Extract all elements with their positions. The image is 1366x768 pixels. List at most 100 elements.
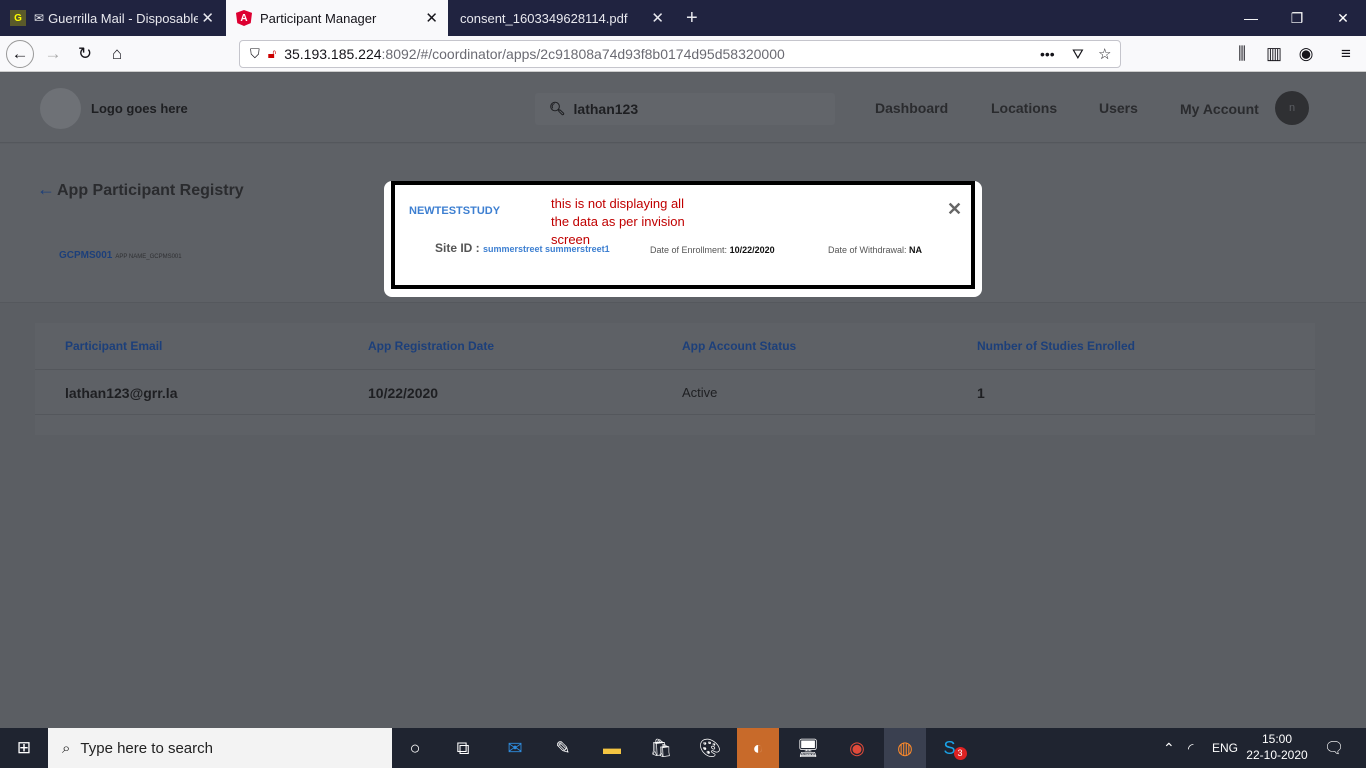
close-tab-icon[interactable]: ✕ xyxy=(425,9,438,27)
task-view-icon[interactable]: ⧉ xyxy=(442,732,484,764)
wifi-icon[interactable]: ◜ xyxy=(1188,728,1193,768)
taskbar-search-input[interactable]: ⌕ Type here to search xyxy=(48,728,392,768)
close-icon[interactable]: ✕ xyxy=(947,199,962,220)
url-bar[interactable]: ⛉ 🔓︎ 35.193.185.224:8092/#/coordinator/a… xyxy=(239,40,1121,68)
notifications-icon[interactable]: 🗨︎ xyxy=(1324,728,1344,768)
library-icon[interactable]: ⫼ xyxy=(1228,40,1256,68)
tab-consent-pdf[interactable]: consent_1603349628114.pdf ✕ xyxy=(450,0,674,36)
tab-label: Participant Manager xyxy=(260,10,377,26)
paint-icon[interactable]: 🎨︎ xyxy=(689,732,731,764)
pocket-icon[interactable]: ⛛ xyxy=(1072,46,1084,63)
account-icon[interactable]: ◉ xyxy=(1292,40,1320,68)
search-icon: ⌕ xyxy=(62,739,71,757)
tab-label: Guerrilla Mail - Disposable T xyxy=(48,10,199,26)
nav-dashboard[interactable]: Dashboard xyxy=(875,100,948,116)
store-icon[interactable]: 🛍︎ xyxy=(640,732,682,764)
tab-guerrilla-mail[interactable]: G ✉ Guerrilla Mail - Disposable T ✕ xyxy=(0,0,224,36)
site-id-value: summerstreet summerstreet1 xyxy=(483,244,610,254)
withdrawal-date: Date of Withdrawal: NA xyxy=(828,245,922,255)
logo-icon xyxy=(40,88,81,129)
search-value: lathan123 xyxy=(573,101,639,117)
more-icon[interactable]: ••• xyxy=(1040,46,1055,62)
withdrawal-value: NA xyxy=(909,245,923,255)
close-window-icon[interactable]: ✕ xyxy=(1320,0,1366,36)
reload-icon[interactable]: ↻ xyxy=(71,40,99,68)
back-link[interactable]: ← App Participant Registry xyxy=(37,179,244,200)
study-modal: NEWTESTSTUDY this is not displaying all … xyxy=(384,181,982,297)
edge-icon[interactable]: ◐ xyxy=(737,728,779,768)
clock[interactable]: 15:00 22-10-2020 xyxy=(1242,731,1312,763)
url-host: 35.193.185.224 xyxy=(284,46,382,62)
table-row[interactable]: lathan123@grr.la 10/22/2020 Active 1 xyxy=(35,371,1315,415)
taskbar: ⊞ ⌕ Type here to search ○ ⧉ ✉ ✎ ▬ 🛍︎ 🎨︎ … xyxy=(0,728,1366,768)
skype-badge: 3 xyxy=(953,746,967,760)
logo-text: Logo goes here xyxy=(91,101,188,116)
angular-icon: A xyxy=(236,10,252,26)
minimize-icon[interactable]: — xyxy=(1228,0,1274,36)
enrollment-value: 10/22/2020 xyxy=(729,245,775,255)
enrollment-label: Date of Enrollment: xyxy=(650,245,728,255)
nav-locations[interactable]: Locations xyxy=(991,100,1057,116)
browser-nav-bar: ← → ↻ ⌂ ⛉ 🔓︎ 35.193.185.224:8092/#/coord… xyxy=(0,36,1366,72)
participant-table: Participant Email App Registration Date … xyxy=(35,323,1315,435)
app-name: APP NAME_GCPMS001 xyxy=(115,254,182,260)
url-path: :8092/#/coordinator/apps/2c91808a74d93f8… xyxy=(381,46,785,62)
site-id-label: Site ID : xyxy=(435,241,480,255)
app-content: Logo goes here 🔍︎ lathan123 Dashboard Lo… xyxy=(0,73,1366,728)
file-explorer-icon[interactable]: ▬ xyxy=(591,732,633,764)
enrollment-date: Date of Enrollment: 10/22/2020 xyxy=(650,245,775,255)
bookmark-star-icon[interactable]: ☆ xyxy=(1098,45,1111,63)
new-tab-button[interactable]: + xyxy=(676,0,706,36)
back-arrow-icon: ← xyxy=(37,179,55,199)
tab-label: consent_1603349628114.pdf xyxy=(460,10,628,26)
study-modal-border: NEWTESTSTUDY this is not displaying all … xyxy=(391,181,975,289)
search-icon: 🔍︎ xyxy=(549,101,566,116)
withdrawal-label: Date of Withdrawal: xyxy=(828,245,907,255)
col-registration-date: App Registration Date xyxy=(368,339,495,353)
close-tab-icon[interactable]: ✕ xyxy=(651,9,664,27)
col-studies-enrolled: Number of Studies Enrolled xyxy=(977,339,1136,353)
menu-icon[interactable]: ≡ xyxy=(1332,40,1360,68)
search-input[interactable]: 🔍︎ lathan123 xyxy=(535,93,835,125)
firefox-icon[interactable]: ◍ xyxy=(884,728,926,768)
skype-icon[interactable]: S3 xyxy=(934,732,976,764)
tray-chevron-icon[interactable]: ⌃ xyxy=(1163,728,1175,768)
cell-email: lathan123@grr.la xyxy=(65,385,178,401)
col-participant-email: Participant Email xyxy=(65,339,163,353)
nav-my-account[interactable]: My Account xyxy=(1180,101,1259,117)
forward-arrow-icon[interactable]: → xyxy=(39,40,67,68)
insecure-lock-icon: 🔓︎ xyxy=(267,46,277,61)
cell-registration-date: 10/22/2020 xyxy=(368,385,439,401)
remote-desktop-icon[interactable]: 🖥︎ xyxy=(787,732,829,764)
windows-start-icon[interactable]: ⊞ xyxy=(0,728,48,768)
tab-participant-manager[interactable]: A Participant Manager ✕ xyxy=(226,0,448,36)
avatar[interactable]: n xyxy=(1275,91,1309,125)
nav-users[interactable]: Users xyxy=(1099,100,1138,116)
cell-status: Active xyxy=(682,385,718,400)
home-icon[interactable]: ⌂ xyxy=(103,40,131,68)
app-header: Logo goes here 🔍︎ lathan123 Dashboard Lo… xyxy=(0,73,1366,143)
language-indicator[interactable]: ENG xyxy=(1212,728,1238,768)
sidebar-icon[interactable]: ▥ xyxy=(1260,40,1288,68)
browser-tab-bar: G ✉ Guerrilla Mail - Disposable T ✕ A Pa… xyxy=(0,0,1366,36)
cortana-icon[interactable]: ○ xyxy=(394,732,436,764)
back-arrow-icon[interactable]: ← xyxy=(6,40,34,68)
app-id: GCPMS001 APP NAME_GCPMS001 xyxy=(59,250,182,261)
mail-icon[interactable]: ✉ xyxy=(494,732,536,764)
app-id-value: GCPMS001 xyxy=(59,250,113,261)
table-header: Participant Email App Registration Date … xyxy=(35,323,1315,370)
clock-date: 22-10-2020 xyxy=(1246,748,1308,762)
cell-studies-count: 1 xyxy=(977,385,985,401)
site-id: Site ID : summerstreet summerstreet1 xyxy=(435,241,610,255)
registry-title: App Participant Registry xyxy=(57,182,244,199)
close-tab-icon[interactable]: ✕ xyxy=(201,9,214,27)
clock-time: 15:00 xyxy=(1261,732,1293,746)
chrome-icon[interactable]: ◉ xyxy=(836,732,878,764)
paint-3d-icon[interactable]: ✎ xyxy=(542,732,584,764)
guerrilla-icon: G xyxy=(10,10,26,26)
restore-icon[interactable]: ❐ xyxy=(1274,0,1320,36)
study-title: NEWTESTSTUDY xyxy=(409,205,501,217)
taskbar-search-placeholder: Type here to search xyxy=(80,739,213,757)
col-account-status: App Account Status xyxy=(682,339,797,353)
mail-icon: ✉ xyxy=(34,11,45,25)
